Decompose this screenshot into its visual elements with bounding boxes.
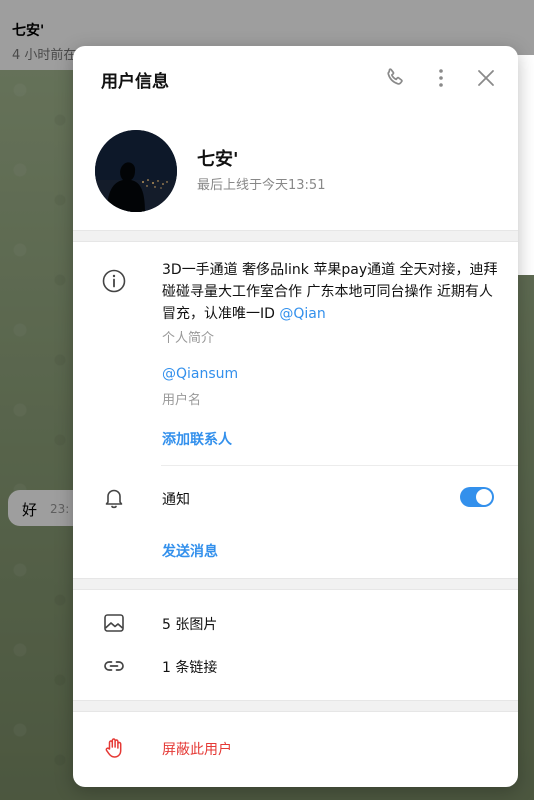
username-label: 用户名 xyxy=(162,393,202,408)
user-info-dialog: 用户信息 七安' 最后上线于今天13:51 3D一手通道 奢侈品link 苹果p… xyxy=(73,46,518,787)
bio-mention-link[interactable]: @Qian xyxy=(279,306,325,322)
add-contact-button[interactable]: 添加联系人 xyxy=(162,429,232,449)
dialog-header: 用户信息 xyxy=(73,46,518,110)
hand-stop-icon xyxy=(101,735,127,761)
chat-title[interactable]: 七安' xyxy=(12,20,44,40)
info-icon xyxy=(101,268,127,294)
avatar[interactable] xyxy=(95,130,177,212)
bio-text: 3D一手通道 奢侈品link 苹果pay通道 全天对接，迪拜碰碰寻量大工作室合作… xyxy=(162,259,502,325)
more-vertical-icon[interactable] xyxy=(429,66,453,90)
phone-icon[interactable] xyxy=(383,66,407,90)
chat-status: 4 小时前在 xyxy=(12,48,77,63)
photos-item[interactable]: 5 张图片 xyxy=(162,614,217,634)
image-icon xyxy=(101,610,127,636)
bio-body: 3D一手通道 奢侈品link 苹果pay通道 全天对接，迪拜碰碰寻量大工作室合作… xyxy=(162,262,498,322)
notifications-toggle[interactable] xyxy=(460,487,494,507)
toggle-knob xyxy=(476,489,492,505)
send-message-button[interactable]: 发送消息 xyxy=(162,541,218,561)
section-divider xyxy=(73,700,518,712)
links-item[interactable]: 1 条链接 xyxy=(162,657,217,677)
username-value[interactable]: @Qiansum xyxy=(162,366,238,382)
row-separator xyxy=(161,465,518,466)
section-divider xyxy=(73,230,518,242)
message-time: 23: xyxy=(50,502,70,516)
bio-label: 个人简介 xyxy=(162,331,215,346)
profile-section: 七安' 最后上线于今天13:51 xyxy=(73,110,518,230)
close-icon[interactable] xyxy=(474,66,498,90)
dialog-title: 用户信息 xyxy=(101,72,169,92)
profile-name: 七安' xyxy=(197,149,239,170)
section-divider xyxy=(73,578,518,590)
message-text: 好 xyxy=(22,501,38,519)
notifications-label: 通知 xyxy=(162,492,190,508)
link-icon xyxy=(101,653,127,679)
bell-icon xyxy=(101,485,127,511)
block-user-button[interactable]: 屏蔽此用户 xyxy=(162,739,232,759)
last-seen-status: 最后上线于今天13:51 xyxy=(197,178,326,193)
